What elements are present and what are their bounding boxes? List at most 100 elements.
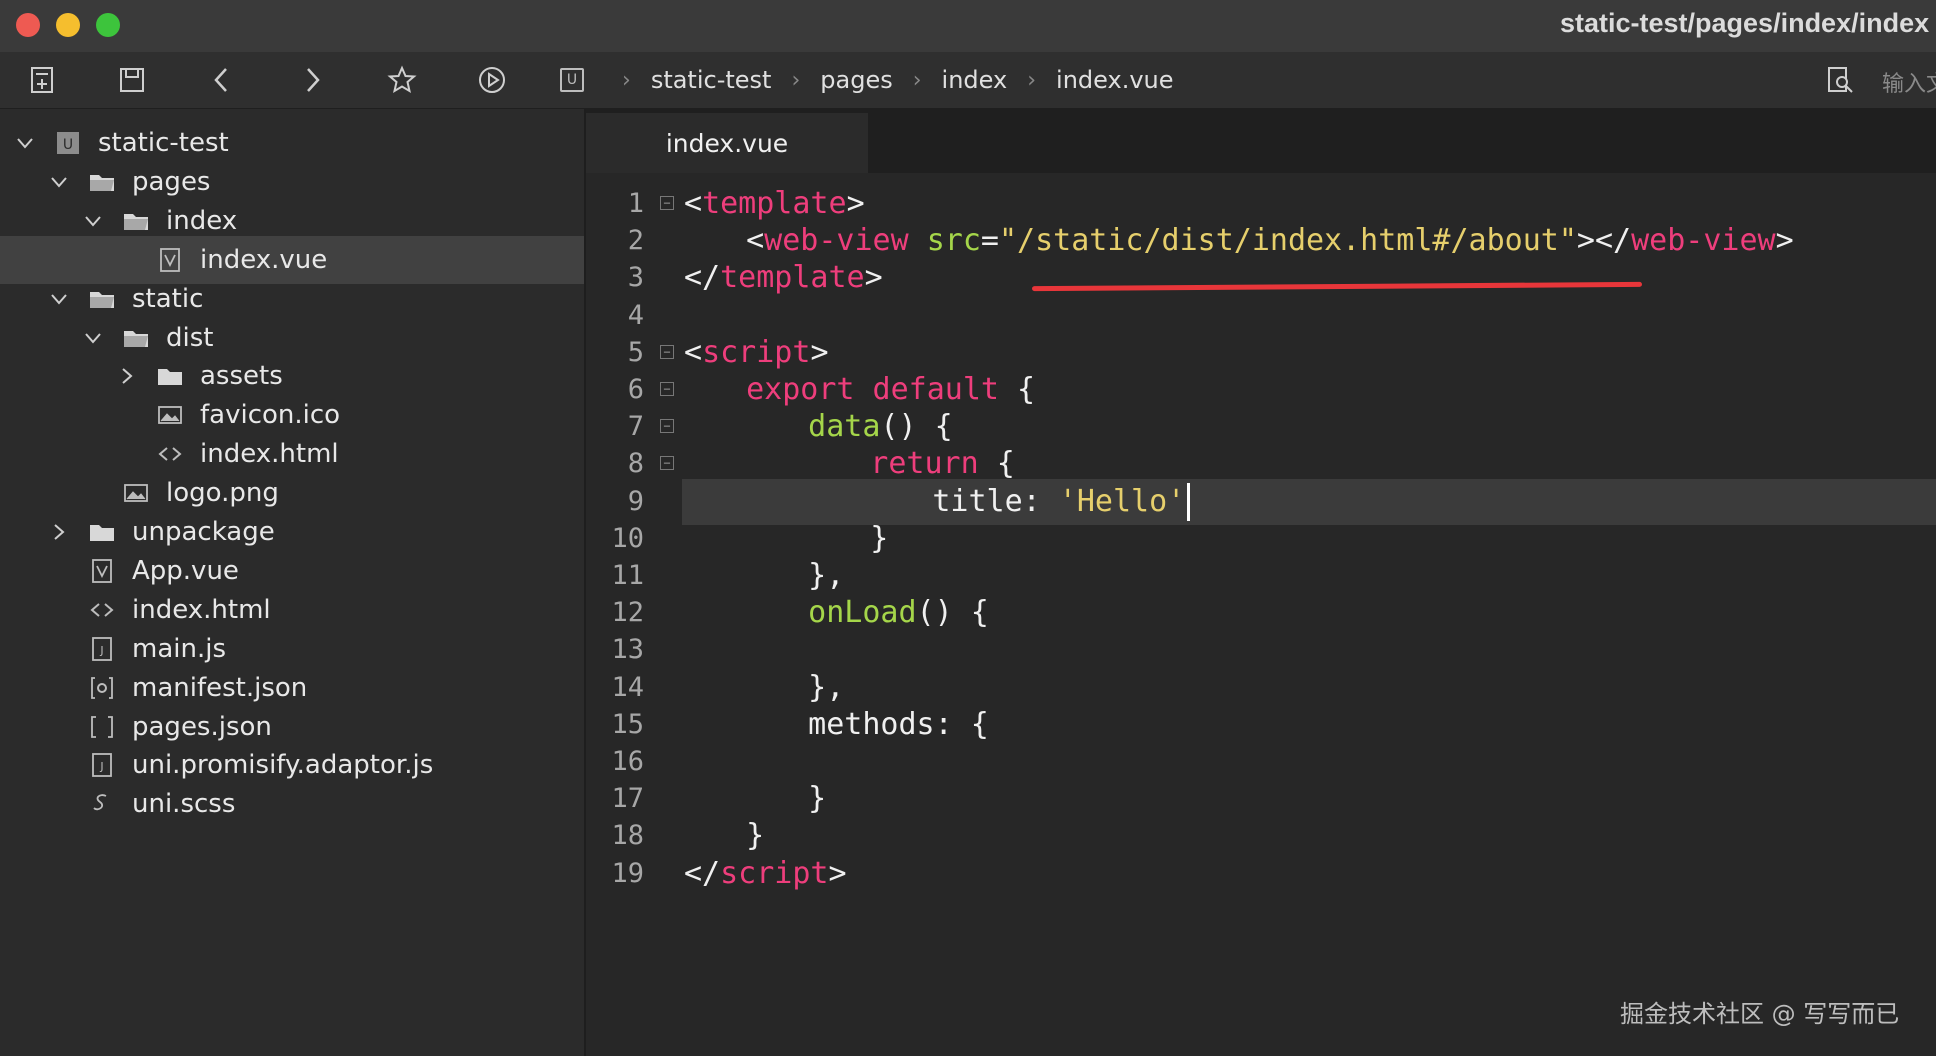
tree-item-label: uni.promisify.adaptor.js — [132, 750, 434, 781]
save-button[interactable] — [114, 62, 150, 98]
js-file-icon: J — [88, 635, 116, 663]
code-token: }, — [808, 669, 845, 705]
svg-text:U: U — [63, 137, 73, 153]
new-file-button[interactable] — [24, 62, 60, 98]
code-token: { — [978, 446, 1015, 482]
save-icon — [120, 68, 144, 92]
chevron-left-icon — [214, 68, 227, 92]
chevron-down-icon[interactable] — [82, 327, 104, 349]
minimize-window-button[interactable] — [56, 13, 80, 37]
chevron-down-icon[interactable] — [48, 288, 70, 310]
fold-toggle-icon[interactable]: − — [660, 419, 674, 434]
fold-toggle-icon[interactable]: − — [660, 456, 674, 471]
code-token: export default — [746, 372, 999, 407]
breadcrumb-item-project[interactable]: static-test — [651, 66, 772, 94]
breadcrumb-item-pages[interactable]: pages — [820, 66, 892, 94]
tree-item-label: App.vue — [132, 555, 239, 586]
code-token: methods: { — [808, 706, 989, 742]
code-token: () { — [916, 595, 989, 631]
back-button[interactable] — [204, 62, 240, 98]
code-token: < — [684, 334, 703, 370]
code-token: script — [720, 855, 829, 891]
run-button[interactable] — [474, 62, 510, 98]
manifest-file-icon — [88, 674, 116, 702]
vue-file-icon — [156, 246, 184, 274]
code-area[interactable]: 1− <template> 2 <web-view src="/static/dist… — [586, 181, 1936, 1056]
code-token: template — [720, 260, 865, 296]
code-token: () { — [880, 409, 953, 445]
code-token: return — [870, 446, 979, 482]
code-token: > — [1775, 223, 1794, 259]
search-input[interactable]: 输入文 — [1882, 66, 1936, 98]
line-number: 19 — [611, 857, 644, 889]
tree-item-label: index.vue — [200, 244, 328, 275]
code-token: > — [828, 855, 847, 891]
tree-item-label: dist — [166, 322, 214, 353]
vue-file-icon — [88, 557, 116, 585]
chevron-right-icon: › — [791, 67, 801, 93]
chevron-right-icon: › — [622, 67, 631, 93]
bookmark-button[interactable] — [384, 62, 420, 98]
forward-button[interactable] — [294, 62, 330, 98]
play-circle-icon — [479, 67, 505, 93]
chevron-right-icon: › — [912, 67, 922, 93]
code-token: title: — [932, 483, 1059, 519]
tree-item-label: unpackage — [132, 517, 275, 547]
code-token: web-view — [764, 223, 909, 259]
project-icon: U — [54, 129, 82, 157]
code-token: } — [870, 520, 889, 556]
new-file-icon — [31, 67, 53, 93]
fold-toggle-icon[interactable]: − — [660, 382, 674, 396]
fold-toggle-icon[interactable]: − — [660, 196, 674, 210]
folder-open-icon — [122, 207, 150, 235]
chevron-down-icon[interactable] — [48, 171, 70, 193]
js-file-icon: J — [88, 751, 116, 779]
code-token: src — [926, 223, 981, 259]
tab-index-vue[interactable]: index.vue — [586, 113, 868, 173]
chevron-right-icon[interactable] — [116, 365, 138, 387]
scss-file-icon — [88, 790, 116, 818]
folder-open-icon — [122, 324, 150, 352]
chevron-down-icon[interactable] — [14, 132, 36, 154]
tree-item-label: static-test — [98, 128, 229, 158]
fold-toggle-icon[interactable]: − — [660, 344, 674, 359]
breadcrumb-item-file[interactable]: index.vue — [1056, 66, 1173, 94]
tree-item-label: uni.scss — [132, 789, 236, 820]
chevron-down-icon[interactable] — [82, 210, 104, 232]
tree-item-label: static — [132, 283, 204, 314]
code-line[interactable]: 19 </script> — [586, 851, 1936, 897]
code-token: web-view — [1631, 223, 1776, 259]
zoom-window-button[interactable] — [96, 13, 120, 37]
svg-text:J: J — [99, 760, 103, 773]
code-editor[interactable]: index.vue 1− <template> 2 <web-view src="/s… — [586, 109, 1936, 1056]
search-file-icon — [1828, 67, 1853, 93]
code-token: } — [808, 781, 827, 817]
code-token: > — [846, 186, 865, 221]
find-in-file-button[interactable] — [1822, 62, 1858, 98]
star-icon — [387, 65, 417, 94]
tree-item-label: index — [166, 205, 238, 236]
code-token: > — [810, 334, 829, 370]
tab-label: index.vue — [665, 128, 789, 158]
code-token: ></ — [1576, 223, 1632, 259]
tree-item-label: favicon.ico — [200, 400, 341, 431]
folder-open-icon — [88, 285, 116, 313]
code-token: </ — [684, 855, 721, 891]
code-token: template — [702, 186, 847, 221]
breadcrumb-item-index[interactable]: index — [942, 66, 1008, 94]
chevron-right-icon: › — [1027, 67, 1037, 93]
code-token: "/static/dist/index.html#/about" — [998, 223, 1577, 259]
close-window-button[interactable] — [16, 13, 40, 37]
chevron-right-icon — [307, 68, 320, 92]
tree-item-label: manifest.json — [132, 672, 308, 703]
chevron-right-icon[interactable] — [48, 521, 70, 543]
tree-item-label: main.js — [132, 633, 226, 664]
tree-item[interactable]: uni.scss — [0, 780, 584, 828]
tree-item-label: index.html — [132, 594, 271, 625]
